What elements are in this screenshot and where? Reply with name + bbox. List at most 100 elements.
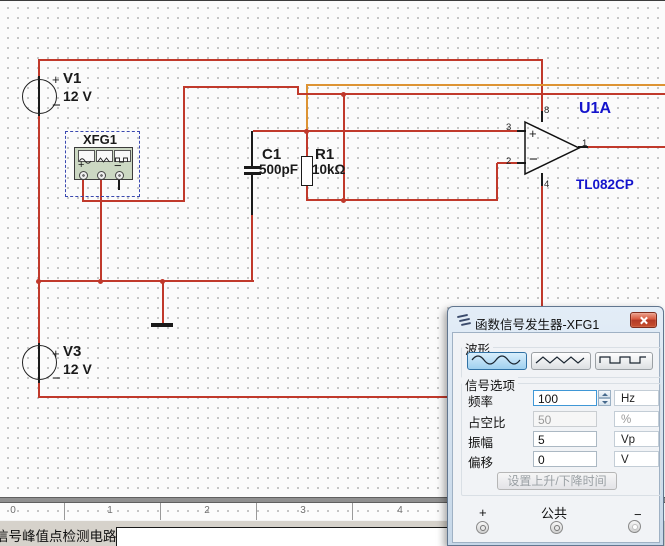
ruler-tick	[256, 503, 257, 520]
junction-dot	[36, 279, 41, 284]
duty-cycle-input: 50	[533, 411, 597, 427]
sine-wave-icon	[468, 353, 524, 367]
wire[interactable]	[183, 86, 299, 88]
u1a-part-number: TL082CP	[576, 177, 634, 192]
wire[interactable]	[306, 199, 498, 201]
dialog-body: 波形 信号选项 频率 100	[452, 332, 660, 543]
v1-refdes: V1	[63, 70, 81, 87]
spinner-down-button[interactable]	[598, 398, 611, 406]
opamp-plus-input-sign: +	[529, 126, 537, 141]
square-waveform-button[interactable]	[595, 352, 653, 370]
v3-refdes: V3	[63, 343, 81, 360]
wire[interactable]	[38, 281, 40, 345]
junction-dot	[98, 279, 103, 284]
wire-orange[interactable]	[306, 85, 308, 131]
frequency-label: 频率	[468, 391, 493, 410]
offset-input[interactable]: 0	[533, 451, 597, 467]
plus-terminal[interactable]	[476, 521, 489, 534]
sine-waveform-button[interactable]	[467, 352, 527, 370]
c1-value: 500pF	[259, 162, 298, 177]
r1-value: 10kΩ	[312, 162, 345, 177]
v1-minus-sign: −	[52, 97, 61, 114]
wire[interactable]	[496, 163, 498, 201]
wire[interactable]	[297, 93, 665, 95]
triangle-waveform-button[interactable]	[531, 352, 591, 370]
v1-value: 12 V	[63, 88, 92, 104]
wire[interactable]	[38, 59, 543, 61]
wire[interactable]	[38, 396, 448, 398]
amplitude-label: 振幅	[468, 432, 493, 451]
junction-dot	[160, 279, 165, 284]
xfg1-minus-terminal[interactable]	[115, 171, 124, 180]
top-border	[0, 0, 665, 1]
ground-symbol[interactable]	[151, 323, 173, 327]
dialog-title: 函数信号发生器-XFG1	[475, 314, 599, 333]
r1-refdes: R1	[315, 146, 334, 163]
frequency-spinner[interactable]	[598, 390, 611, 406]
wire[interactable]	[541, 60, 543, 112]
ruler-label: 2	[200, 505, 214, 516]
xfg1-plus-sign: +	[78, 159, 84, 171]
frequency-input[interactable]: 100	[533, 390, 597, 406]
common-terminal[interactable]	[550, 521, 563, 534]
wire[interactable]	[251, 213, 253, 282]
common-terminal-label: 公共	[541, 503, 567, 522]
wire[interactable]	[541, 185, 543, 306]
ruler-tick	[352, 503, 353, 520]
pin-number-4: 4	[544, 179, 549, 190]
pin-number-3: 3	[506, 122, 511, 133]
junction-dot	[341, 92, 346, 97]
function-generator-dialog[interactable]: 函数信号发生器-XFG1 波形	[447, 306, 664, 546]
function-generator-icon	[457, 314, 471, 326]
v3-plus-sign: +	[52, 346, 60, 361]
pin-number-1: 1	[582, 138, 587, 149]
pin-number-2: 2	[506, 156, 511, 167]
wire[interactable]	[82, 200, 185, 202]
xfg1-plus-terminal[interactable]	[79, 171, 88, 180]
wire[interactable]	[588, 146, 665, 148]
square-wave-icon	[596, 353, 650, 367]
wire[interactable]	[38, 280, 254, 282]
wire[interactable]	[306, 131, 308, 157]
spinner-down-icon	[602, 401, 608, 404]
junction-dot	[304, 129, 309, 134]
ruler-label: 4	[393, 505, 407, 516]
set-rise-fall-time-button[interactable]: 设置上升/下降时间	[497, 472, 617, 490]
u1a-refdes: U1A	[579, 100, 611, 118]
offset-unit: V	[614, 451, 659, 467]
plus-terminal-label: +	[479, 505, 487, 520]
c1-refdes: C1	[262, 146, 281, 163]
v1-plus-sign: +	[52, 72, 60, 87]
ruler-label: 0	[6, 505, 20, 516]
offset-label: 偏移	[468, 452, 493, 471]
multisim-window: + V1 12 V − + V3 12 V − XFG1 + − C1	[0, 0, 665, 546]
wire[interactable]	[343, 94, 345, 201]
wire-orange[interactable]	[306, 84, 665, 86]
xfg1-common-terminal[interactable]	[97, 171, 106, 180]
wire[interactable]	[162, 281, 164, 323]
frequency-unit: Hz	[614, 390, 659, 406]
tab-bar-spacer	[116, 527, 447, 546]
opamp-minus-input-sign: −	[529, 151, 538, 168]
v3-minus-sign: −	[52, 370, 61, 387]
wire[interactable]	[183, 87, 185, 202]
close-button[interactable]	[630, 312, 657, 328]
wire[interactable]	[38, 114, 40, 282]
pin-stub	[251, 175, 253, 215]
xfg1-refdes: XFG1	[81, 132, 119, 147]
ruler-label: 1	[103, 505, 117, 516]
amplitude-input[interactable]: 5	[533, 431, 597, 447]
minus-terminal[interactable]	[628, 520, 641, 533]
ruler-tick	[64, 503, 65, 520]
spinner-up-button[interactable]	[598, 390, 611, 398]
ruler-tick	[160, 503, 161, 520]
duty-cycle-label: 占空比	[468, 412, 506, 431]
triangle-wave-icon	[532, 353, 588, 367]
spinner-up-icon	[602, 393, 608, 396]
amplitude-unit: Vp	[614, 431, 659, 447]
sheet-tab-active[interactable]: 信号峰值点检测电路 *	[0, 525, 126, 545]
junction-dot	[341, 198, 346, 203]
wire[interactable]	[253, 130, 517, 132]
pin-number-8: 8	[544, 105, 549, 116]
v3-value: 12 V	[63, 361, 92, 377]
